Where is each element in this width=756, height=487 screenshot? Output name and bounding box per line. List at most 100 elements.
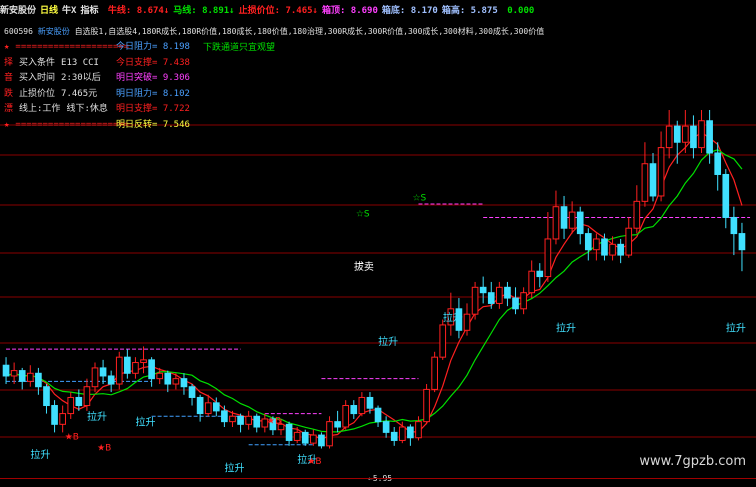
candle-body	[366, 396, 374, 409]
candle-body	[212, 402, 220, 412]
candle-body	[552, 206, 560, 240]
header-value-item: 马线: 8.891↓	[173, 6, 235, 16]
signal-label: 拉升	[726, 322, 746, 335]
signal-star: ★B	[267, 417, 281, 427]
candle-body	[164, 372, 172, 385]
candle-body	[301, 431, 309, 444]
candle-body	[83, 386, 91, 407]
candle-body	[2, 364, 10, 377]
candle-body	[649, 163, 657, 197]
candle-body	[496, 286, 503, 304]
candle-body	[382, 421, 390, 433]
signal-star: ★B	[97, 443, 111, 453]
chart-window: 拉升 拉升 拉升 拉升 拉升 拉升 拉升 拉升 拉升 拔卖 ★B ★B ★B ★B ☆S ☆S ←5.95 新安…	[0, 0, 756, 487]
candle-body	[544, 238, 552, 278]
stock-tags-line: 600596 新安股份 自选股1,自选股4,180R成长,180R价值,180成…	[4, 26, 544, 37]
candle-body	[124, 356, 131, 374]
candle-body	[560, 206, 568, 229]
signal-label: 拉升	[443, 311, 463, 324]
candle-body	[657, 147, 665, 197]
candle-body	[196, 396, 204, 415]
bottom-ruler	[0, 478, 756, 487]
candle-body	[237, 415, 244, 425]
candle-body	[471, 286, 479, 315]
candle-body	[576, 211, 584, 235]
candle-body	[374, 407, 382, 423]
candle-body	[479, 286, 487, 294]
signal-star: ★B	[65, 433, 79, 443]
signal-label: 拔卖	[354, 260, 374, 273]
candle-body	[487, 292, 495, 304]
header-value-item: 止损价位: 7.465↓	[238, 6, 318, 16]
candle-body	[593, 238, 600, 251]
candle-body	[91, 367, 99, 388]
header-value-item: 0.000	[501, 6, 535, 16]
candle-body	[520, 292, 527, 310]
candle-body	[115, 356, 123, 385]
candle-body	[318, 434, 325, 447]
candle-body	[512, 297, 519, 310]
candle-body	[407, 426, 414, 439]
candle-body	[221, 410, 228, 423]
indicator-suffix: 指标	[80, 6, 99, 16]
signal-star: ☆S	[356, 210, 370, 220]
candle-body	[156, 372, 164, 380]
candle-body	[504, 286, 511, 299]
watermark: www.7gpzb.com	[639, 454, 746, 469]
level-row: 明日支撑= 7.722	[116, 104, 190, 114]
candle-body	[26, 372, 34, 382]
candle-body	[423, 388, 430, 423]
candle-body	[67, 396, 75, 415]
trend-note: 下跌通道只宜观望	[203, 43, 276, 53]
candle-body	[43, 386, 50, 407]
candle-body	[584, 233, 592, 251]
candle-body	[180, 378, 188, 388]
level-row: 明日突破= 9.306	[116, 73, 190, 83]
candle-body	[439, 324, 447, 358]
signal-star: ★B	[307, 457, 321, 467]
candle-body	[253, 415, 261, 428]
indicator-name[interactable]: 牛X	[62, 6, 76, 16]
candle-body	[342, 405, 350, 428]
candle-body	[334, 421, 341, 428]
levels-panel: 今日阻力= 8.198 今日支撑= 7.438 明日突破= 9.306 明日阻力= 8…	[116, 40, 190, 133]
signal-label: 拉升	[224, 461, 244, 474]
candle-body	[633, 200, 641, 229]
header-values: 牛线: 8.674↓ 马线: 8.891↓ 止损价位: 7.465↓ 箱顶: 8.69…	[108, 6, 538, 16]
candle-body	[617, 243, 624, 256]
candle-body	[528, 270, 536, 294]
header-value-item: 箱顶: 8.690	[321, 6, 378, 16]
candle-body	[568, 211, 576, 229]
candle-body	[172, 378, 180, 385]
stock-short-name: 新安股份	[37, 27, 70, 36]
header-value-item: 牛线: 8.674↓	[107, 6, 170, 16]
candle-body	[625, 227, 633, 256]
candle-body	[310, 434, 317, 444]
candle-body	[690, 125, 697, 149]
candle-body	[18, 370, 26, 382]
level-row: 明日阻力= 8.102	[116, 88, 190, 99]
stock-code: 600596	[4, 27, 33, 36]
candle-body	[132, 362, 139, 374]
candle-body	[358, 396, 366, 415]
candle-body	[714, 152, 722, 175]
candle-body	[609, 243, 616, 256]
signal-star: ☆S	[412, 194, 426, 204]
signal-label: 拉升	[87, 410, 107, 423]
candle-body	[730, 216, 738, 235]
signal-label: 拉升	[136, 416, 156, 429]
candle-body	[665, 125, 673, 149]
signal-label: 拉升	[556, 322, 576, 335]
candle-body	[738, 233, 746, 251]
candle-body	[601, 238, 608, 256]
candle-body	[293, 431, 301, 441]
candle-body	[398, 426, 406, 441]
signal-label: 拉升	[30, 448, 50, 461]
header-bar: 新安股份 日线 牛X 指标 牛线: 8.674↓ 马线: 8.891↓ 止损价位: 7.4…	[0, 0, 756, 22]
header-value-item: 箱底: 8.170	[381, 6, 438, 16]
candle-body	[188, 386, 196, 398]
level-row: 今日阻力= 8.198	[116, 42, 190, 52]
candle-body	[350, 405, 358, 415]
candle-body	[35, 372, 42, 388]
period-label[interactable]: 日线	[40, 6, 58, 16]
